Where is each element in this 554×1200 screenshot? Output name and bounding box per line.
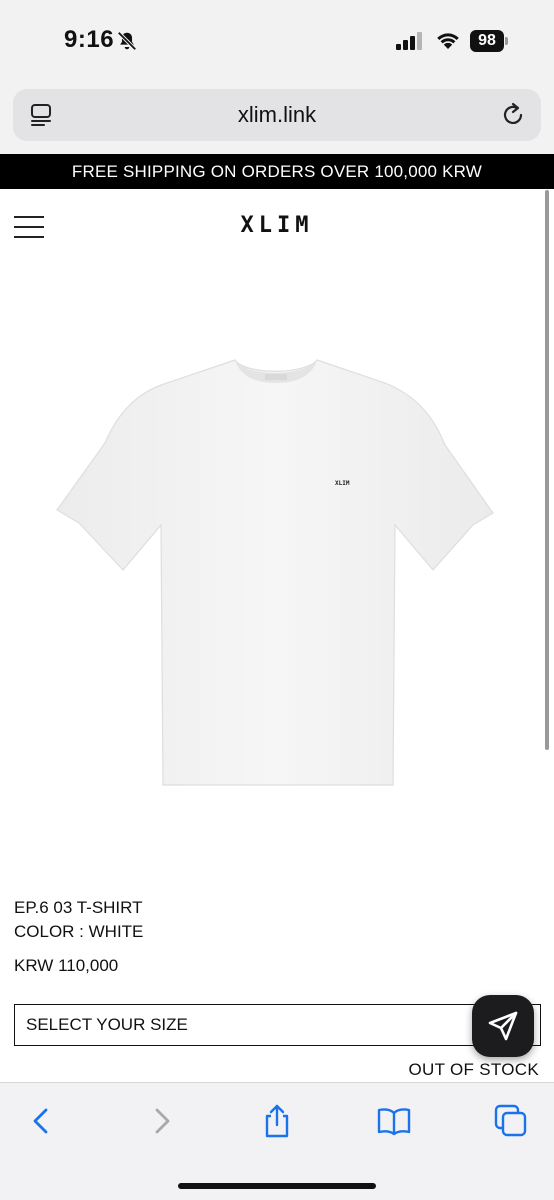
browser-toolbar [0,1082,554,1200]
site-header: XLIM [0,189,554,264]
share-icon[interactable] [259,1103,295,1139]
stock-status: OUT OF STOCK [408,1060,539,1079]
home-indicator [178,1183,376,1189]
product-price: KRW 110,000 [14,956,119,975]
url-text[interactable]: xlim.link [13,89,541,141]
status-bar: 9:16 98 [0,0,554,84]
size-select[interactable]: SELECT YOUR SIZE [14,1004,541,1046]
send-button[interactable] [472,995,534,1057]
product-name: EP.6 03 T-SHIRT [14,898,143,917]
battery-icon: 98 [470,30,508,52]
battery-level: 98 [470,30,504,52]
bell-slash-icon [116,30,138,52]
product-color: COLOR : WHITE [14,922,144,941]
wifi-icon [435,30,461,50]
neck-label [265,374,287,380]
tshirt-body [56,359,494,786]
cellular-signal-icon [396,32,424,50]
reload-icon[interactable] [499,101,527,129]
chest-logo: XLIM [335,480,350,487]
address-bar[interactable]: xlim.link [13,89,541,141]
back-icon[interactable] [24,1103,60,1139]
battery-cap [505,37,508,45]
site-logo[interactable]: XLIM [0,213,554,238]
product-image: XLIM [55,355,495,790]
status-time: 9:16 [64,26,115,53]
bookmarks-icon[interactable] [376,1103,412,1139]
size-select-label: SELECT YOUR SIZE [26,1015,188,1034]
browser-top-bar: xlim.link [0,84,554,154]
tabs-overview-icon[interactable] [493,1103,529,1139]
scroll-indicator [545,190,549,750]
send-arrow-icon [488,1011,518,1041]
announcement-bar: FREE SHIPPING ON ORDERS OVER 100,000 KRW [0,154,554,189]
forward-icon[interactable] [143,1103,179,1139]
